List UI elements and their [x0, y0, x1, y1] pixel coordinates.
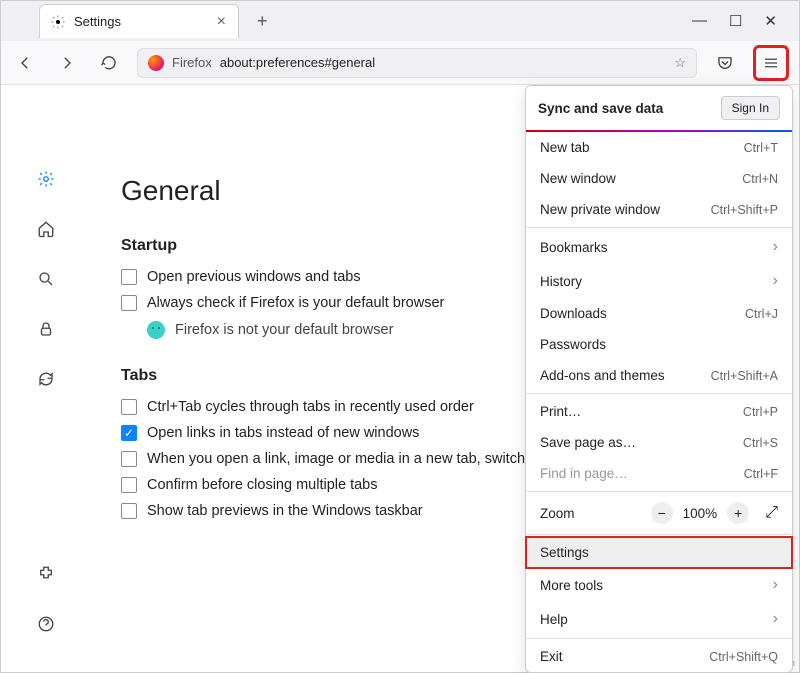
zoom-label: Zoom: [540, 506, 641, 521]
menu-label: Passwords: [540, 337, 606, 352]
pocket-button[interactable]: [711, 49, 739, 77]
menu-label: Downloads: [540, 306, 607, 321]
menu-label: New window: [540, 171, 616, 186]
engine-label: Firefox: [172, 55, 212, 70]
menu-passwords[interactable]: Passwords: [526, 329, 792, 360]
checkbox-label: Always check if Firefox is your default …: [147, 295, 444, 311]
back-button[interactable]: [11, 49, 39, 77]
menu-find[interactable]: Find in page… Ctrl+F: [526, 458, 792, 489]
menu-zoom-row: Zoom − 100% + ⤢: [526, 494, 792, 532]
chevron-right-icon: ›: [773, 272, 778, 290]
menu-bookmarks[interactable]: Bookmarks ›: [526, 230, 792, 264]
menu-sync-header: Sync and save data Sign In: [526, 86, 792, 132]
address-bar[interactable]: Firefox about:preferences#general ☆: [137, 48, 697, 78]
minimize-button[interactable]: —: [692, 12, 707, 30]
nav-search[interactable]: [32, 265, 60, 293]
menu-help[interactable]: Help ›: [526, 602, 792, 636]
fullscreen-button[interactable]: ⤢: [765, 504, 778, 522]
nav-sync[interactable]: [32, 365, 60, 393]
menu-print[interactable]: Print… Ctrl+P: [526, 396, 792, 427]
chevron-right-icon: ›: [773, 238, 778, 256]
menu-label: Add-ons and themes: [540, 368, 665, 383]
maximize-button[interactable]: ☐: [729, 12, 742, 30]
nav-extensions[interactable]: [32, 560, 60, 588]
sign-in-button[interactable]: Sign In: [721, 96, 780, 120]
menu-new-private-window[interactable]: New private window Ctrl+Shift+P: [526, 194, 792, 225]
chevron-right-icon: ›: [773, 610, 778, 628]
keyshortcut: Ctrl+N: [742, 172, 778, 186]
app-menu-highlight: [753, 45, 789, 81]
keyshortcut: Ctrl+S: [743, 436, 778, 450]
menu-label: Help: [540, 612, 568, 627]
close-tab-icon[interactable]: ×: [215, 14, 228, 30]
checkbox-icon: [121, 399, 137, 415]
checkbox-icon: ✓: [121, 425, 137, 441]
menu-save-as[interactable]: Save page as… Ctrl+S: [526, 427, 792, 458]
checkbox-label: Show tab previews in the Windows taskbar: [147, 503, 423, 519]
checkbox-icon: [121, 451, 137, 467]
forward-button[interactable]: [53, 49, 81, 77]
toolbar: Firefox about:preferences#general ☆: [1, 41, 799, 85]
keyshortcut: Ctrl+P: [743, 405, 778, 419]
sync-header-text: Sync and save data: [538, 101, 663, 116]
menu-label: Find in page…: [540, 466, 628, 481]
chevron-right-icon: ›: [773, 576, 778, 594]
keyshortcut: Ctrl+Shift+P: [711, 203, 778, 217]
zoom-level: 100%: [683, 506, 718, 521]
nav-privacy[interactable]: [32, 315, 60, 343]
menu-addons[interactable]: Add-ons and themes Ctrl+Shift+A: [526, 360, 792, 391]
menu-new-window[interactable]: New window Ctrl+N: [526, 163, 792, 194]
menu-history[interactable]: History ›: [526, 264, 792, 298]
keyshortcut: Ctrl+Shift+A: [711, 369, 778, 383]
menu-settings[interactable]: Settings: [526, 537, 792, 568]
bookmark-star-icon[interactable]: ☆: [674, 55, 686, 71]
menu-new-tab[interactable]: New tab Ctrl+T: [526, 132, 792, 163]
menu-exit[interactable]: Exit Ctrl+Shift+Q: [526, 641, 792, 672]
new-tab-button[interactable]: +: [249, 11, 276, 32]
checkbox-label: Open links in tabs instead of new window…: [147, 425, 419, 441]
keyshortcut: Ctrl+T: [744, 141, 778, 155]
menu-label: New private window: [540, 202, 660, 217]
close-window-button[interactable]: ✕: [764, 12, 777, 30]
firefox-icon: [148, 55, 164, 71]
checkbox-icon: [121, 269, 137, 285]
zoom-in-button[interactable]: +: [727, 502, 749, 524]
keyshortcut: Ctrl+F: [744, 467, 778, 481]
url-text: about:preferences#general: [220, 55, 375, 70]
nav-help[interactable]: [32, 610, 60, 638]
menu-more-tools[interactable]: More tools ›: [526, 568, 792, 602]
menu-label: Save page as…: [540, 435, 636, 450]
zoom-out-button[interactable]: −: [651, 502, 673, 524]
sad-face-icon: [147, 321, 165, 339]
browser-tab[interactable]: Settings ×: [39, 4, 239, 38]
menu-label: Settings: [540, 545, 589, 560]
checkbox-label: Open previous windows and tabs: [147, 269, 361, 285]
checkbox-label: Confirm before closing multiple tabs: [147, 477, 378, 493]
app-menu: Sync and save data Sign In New tab Ctrl+…: [525, 85, 793, 673]
checkbox-icon: [121, 295, 137, 311]
window-controls: — ☐ ✕: [692, 12, 791, 30]
nav-home[interactable]: [32, 215, 60, 243]
keyshortcut: Ctrl+Shift+Q: [709, 650, 778, 664]
reload-button[interactable]: [95, 49, 123, 77]
menu-label: Print…: [540, 404, 581, 419]
nav-general[interactable]: [32, 165, 60, 193]
gear-icon: [50, 14, 66, 30]
menu-label: New tab: [540, 140, 590, 155]
keyshortcut: Ctrl+J: [745, 307, 778, 321]
checkbox-icon: [121, 477, 137, 493]
app-menu-button[interactable]: [758, 50, 784, 76]
tab-strip: Settings × + — ☐ ✕: [1, 1, 799, 41]
menu-label: Exit: [540, 649, 563, 664]
menu-downloads[interactable]: Downloads Ctrl+J: [526, 298, 792, 329]
checkbox-icon: [121, 503, 137, 519]
menu-label: More tools: [540, 578, 603, 593]
menu-label: Bookmarks: [540, 240, 608, 255]
info-text: Firefox is not your default browser: [175, 322, 393, 338]
checkbox-label: Ctrl+Tab cycles through tabs in recently…: [147, 399, 474, 415]
side-nav: [1, 85, 91, 672]
checkbox-label: When you open a link, image or media in …: [147, 451, 533, 467]
tab-title: Settings: [74, 14, 215, 29]
menu-label: History: [540, 274, 582, 289]
